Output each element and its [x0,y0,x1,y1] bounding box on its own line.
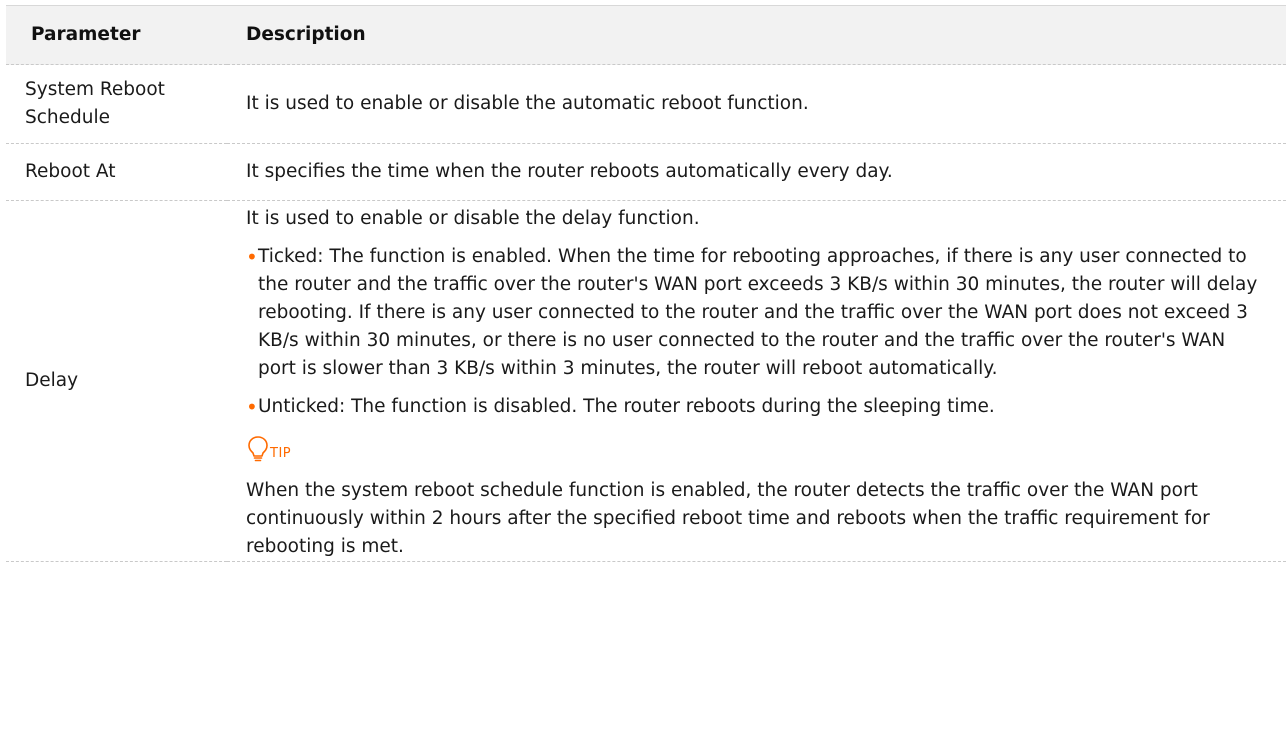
table-row: Delay It is used to enable or disable th… [6,200,1286,562]
param-description-delay: It is used to enable or disable the dela… [227,200,1286,562]
bullet-text-ticked: Ticked: The function is enabled. When th… [258,246,1258,379]
param-name-system-reboot-schedule: System Reboot Schedule [6,64,227,144]
param-description-system-reboot-schedule: It is used to enable or disable the auto… [227,64,1286,144]
delay-intro-text: It is used to enable or disable the dela… [246,208,700,229]
bullet-text-unticked: Unticked: The function is disabled. The … [258,396,995,417]
table-header-row: Parameter Description [6,5,1286,65]
table-row: Reboot At It specifies the time when the… [6,143,1286,201]
tip-heading: TIP [246,431,1258,463]
param-name-delay: Delay [6,200,227,562]
lightbulb-icon [246,435,270,463]
list-item: • Unticked: The function is disabled. Th… [246,393,1258,421]
table-header: Parameter Description [6,5,1286,65]
tip-text: When the system reboot schedule function… [246,480,1210,557]
table-row: System Reboot Schedule It is used to ena… [6,64,1286,144]
delay-description-block: It is used to enable or disable the dela… [246,205,1258,561]
table-body: System Reboot Schedule It is used to ena… [6,64,1286,562]
parameter-table: Parameter Description System Reboot Sche… [6,5,1286,562]
column-header-parameter: Parameter [6,5,227,65]
param-description-reboot-at: It specifies the time when the router re… [227,143,1286,201]
param-name-reboot-at: Reboot At [6,143,227,201]
column-header-description: Description [227,5,1286,65]
bullet-icon: • [246,245,258,269]
bullet-icon: • [246,395,258,419]
list-item: • Ticked: The function is enabled. When … [246,243,1258,383]
tip-label: TIP [270,446,292,461]
